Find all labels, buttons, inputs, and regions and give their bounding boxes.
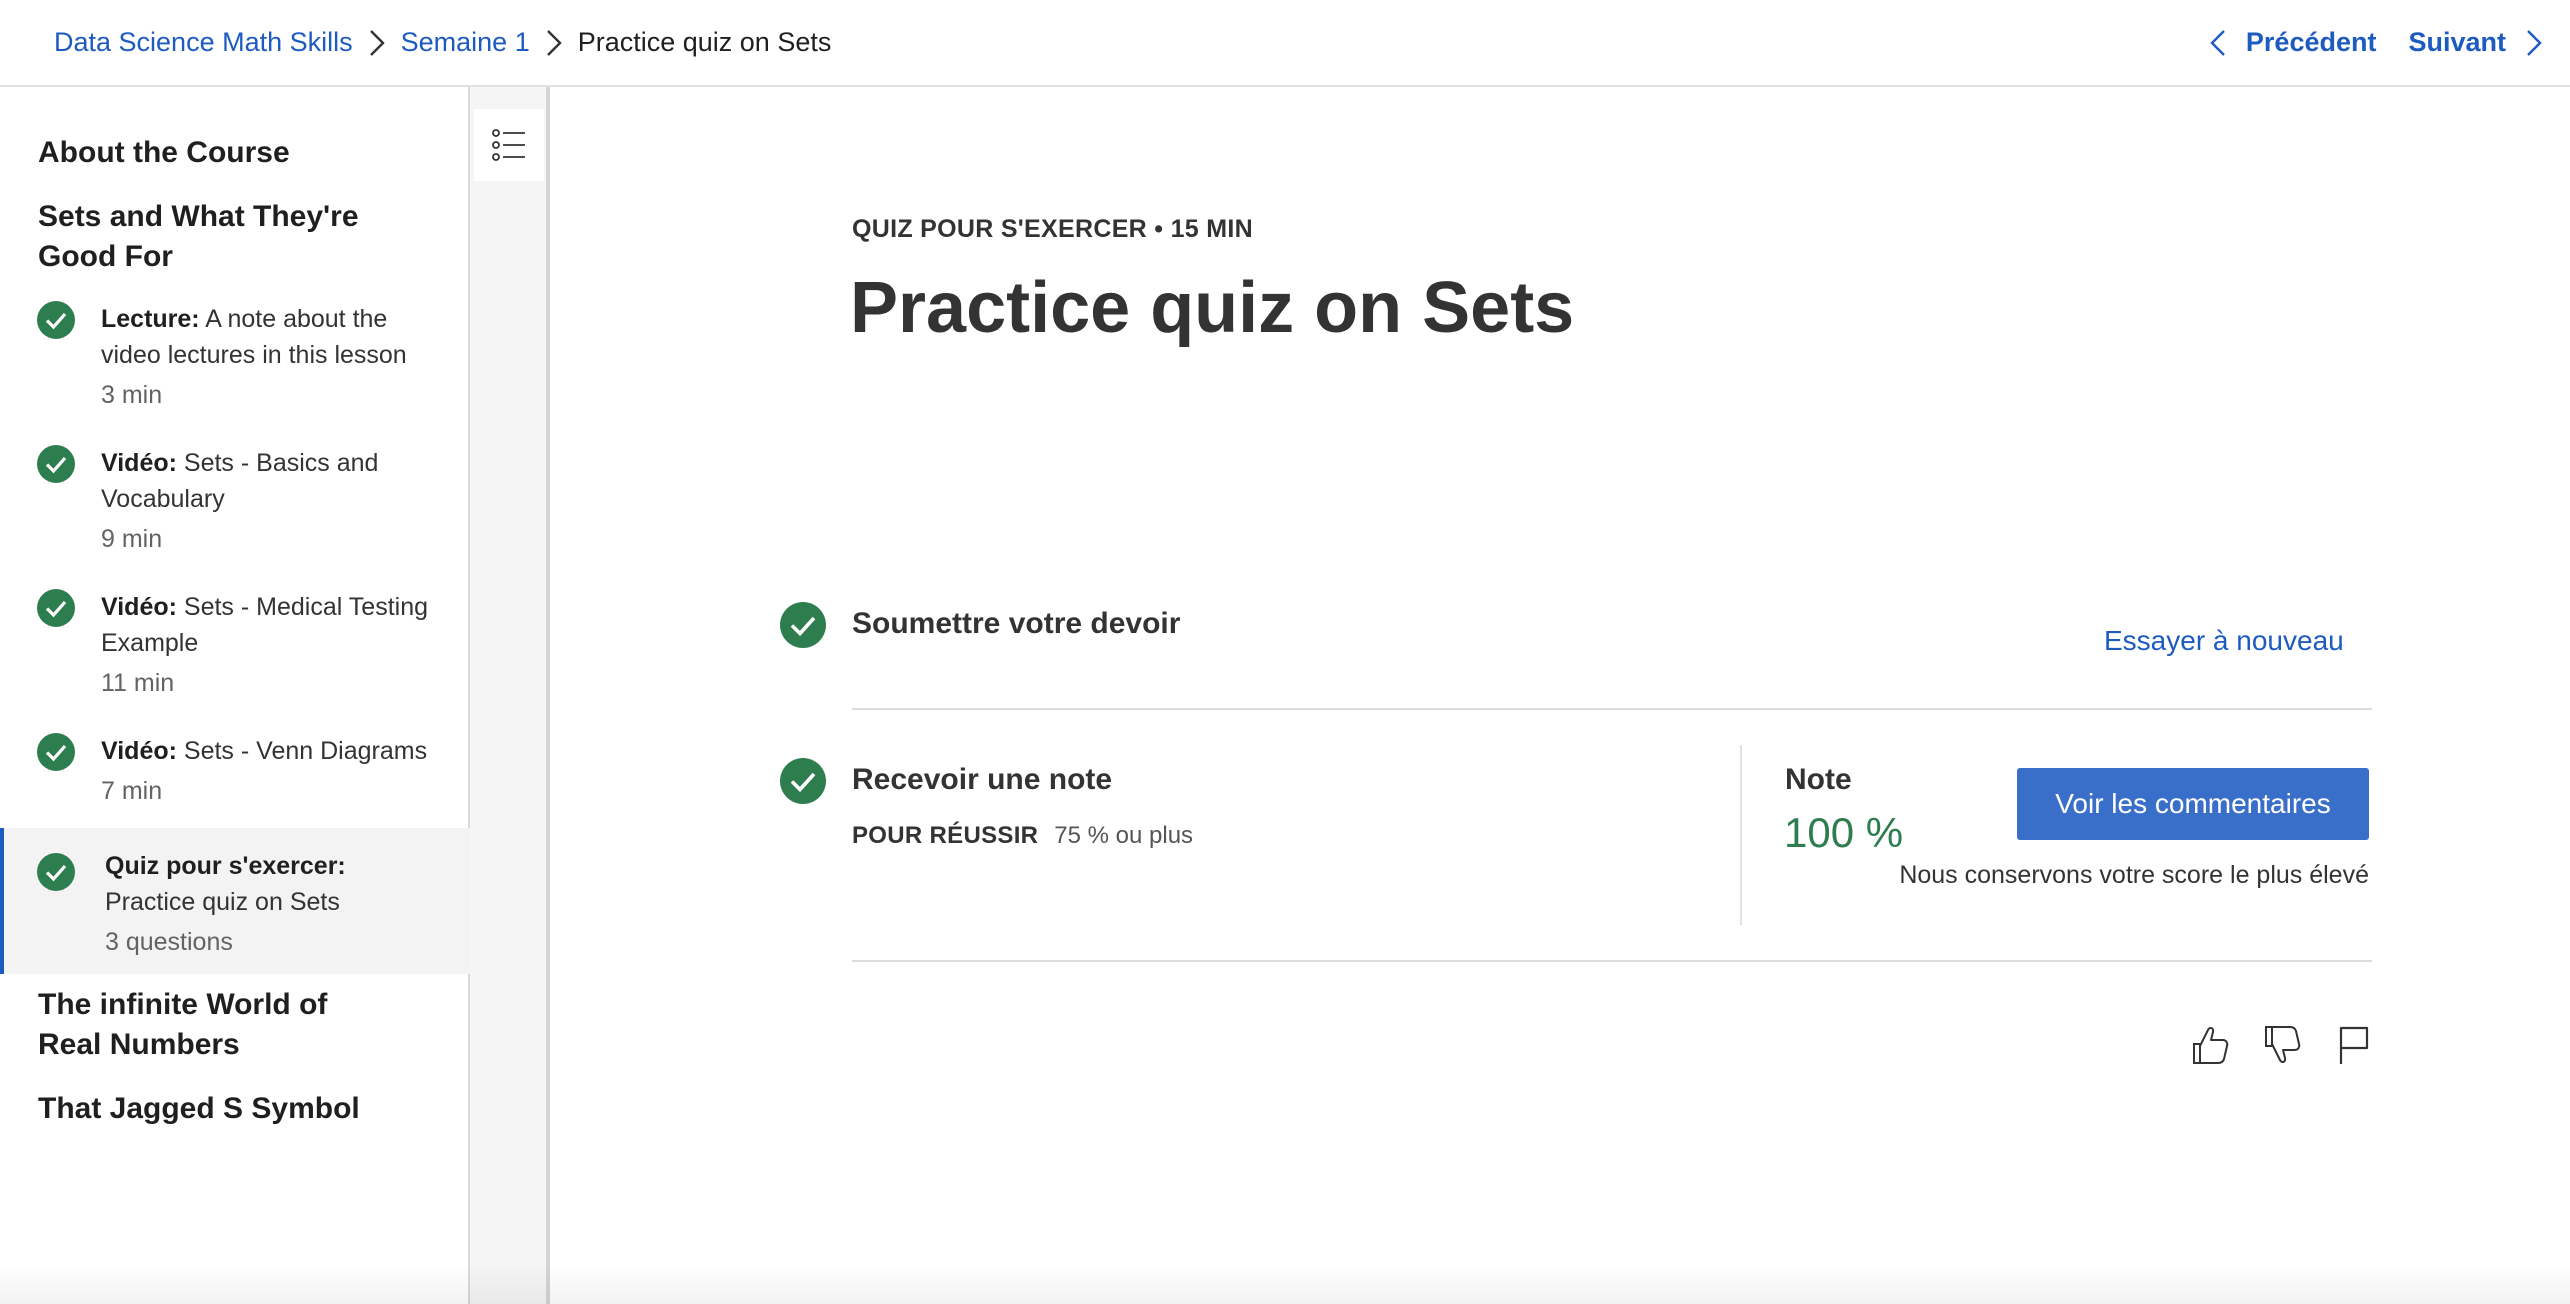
item-navigation: Précédent Suivant	[2210, 0, 2542, 85]
divider	[852, 960, 2372, 962]
sidebar-section-sets[interactable]: Sets and What They're Good For	[0, 197, 400, 277]
previous-label: Précédent	[2245, 27, 2377, 57]
grade-heading: Note	[1785, 763, 1852, 796]
list-icon	[492, 129, 525, 161]
outline-toggle-rail	[470, 87, 550, 1304]
like-button[interactable]	[2186, 1019, 2234, 1071]
grade-value: 100 %	[1784, 809, 1904, 856]
sidebar-item-label: Vidéo: Sets - Basics and Vocabulary	[101, 449, 379, 513]
sidebar-item-duration: 7 min	[101, 777, 163, 805]
thumbs-up-icon	[2193, 1026, 2229, 1064]
course-outline-sidebar: About the Course Sets and What They're G…	[0, 87, 470, 1304]
sidebar-item-label: Quiz pour s'exercer: Practice quiz on Set…	[105, 852, 346, 916]
chevron-right-icon	[546, 29, 562, 57]
sidebar-item-label: Vidéo: Sets - Venn Diagrams	[101, 737, 428, 765]
next-label: Suivant	[2408, 27, 2506, 57]
main-content: QUIZ POUR S'EXERCER • 15 MIN Practice qu…	[554, 87, 2570, 1304]
chevron-left-icon	[2210, 29, 2225, 56]
passing-value: 75 % ou plus	[1054, 822, 1194, 849]
dislike-button[interactable]	[2258, 1019, 2306, 1071]
vertical-divider	[1740, 745, 1742, 925]
chevron-right-icon	[2527, 29, 2542, 56]
breadcrumb-week-link[interactable]: Semaine 1	[401, 27, 530, 58]
completed-check-icon	[37, 445, 75, 488]
sidebar-item-video-basics[interactable]: Vidéo: Sets - Basics and Vocabulary 9 mi…	[0, 445, 470, 557]
sidebar-item-video-venn[interactable]: Vidéo: Sets - Venn Diagrams 7 min	[0, 733, 470, 809]
next-button[interactable]: Suivant	[2408, 27, 2542, 58]
view-feedback-button[interactable]: Voir les commentaires	[2017, 768, 2369, 840]
sidebar-section-real-numbers[interactable]: The infinite World of Real Numbers	[0, 985, 420, 1065]
feedback-actions	[2186, 1019, 2402, 1071]
submit-assignment-label: Soumettre votre devoir	[852, 607, 1181, 640]
page-title: Practice quiz on Sets	[850, 268, 1575, 348]
report-button[interactable]	[2330, 1019, 2378, 1071]
item-type-duration: QUIZ POUR S'EXERCER • 15 MIN	[852, 215, 1253, 243]
sidebar-item-duration: 11 min	[101, 669, 175, 697]
breadcrumb-course-link[interactable]: Data Science Math Skills	[54, 27, 353, 58]
completed-check-icon	[37, 853, 75, 896]
flag-icon	[2339, 1026, 2369, 1064]
highest-score-note: Nous conservons votre score le plus élev…	[1899, 861, 2369, 889]
sidebar-item-lecture-note[interactable]: Lecture: A note about the video lectures…	[0, 301, 470, 413]
completed-check-icon	[37, 301, 75, 344]
grade-complete-check-icon	[780, 758, 826, 809]
receive-grade-label: Recevoir une note	[852, 763, 1113, 796]
sidebar-item-practice-quiz[interactable]: Quiz pour s'exercer: Practice quiz on Set…	[0, 828, 470, 974]
completed-check-icon	[37, 589, 75, 632]
retry-link[interactable]: Essayer à nouveau	[2104, 625, 2344, 657]
outline-toggle-button[interactable]	[474, 109, 544, 181]
sidebar-item-video-medical[interactable]: Vidéo: Sets - Medical Testing Example 11…	[0, 589, 470, 701]
previous-button[interactable]: Précédent	[2210, 27, 2377, 58]
submit-complete-check-icon	[780, 602, 826, 653]
breadcrumb-current: Practice quiz on Sets	[577, 27, 832, 57]
breadcrumb: Data Science Math Skills Semaine 1 Pract…	[54, 0, 831, 85]
completed-check-icon	[37, 733, 75, 776]
divider	[852, 708, 2372, 710]
sidebar-item-duration: 3 min	[101, 381, 163, 409]
sidebar-section-jagged-s[interactable]: That Jagged S Symbol	[0, 1089, 398, 1129]
passing-threshold: POUR RÉUSSIR 75 % ou plus	[852, 822, 1193, 850]
sidebar-item-duration: 9 min	[101, 525, 163, 553]
sidebar-section-about[interactable]: About the Course	[0, 133, 328, 173]
sidebar-item-label: Lecture: A note about the video lectures…	[101, 305, 407, 369]
sidebar-item-label: Vidéo: Sets - Medical Testing Example	[101, 593, 428, 657]
thumbs-down-icon	[2265, 1026, 2301, 1064]
chevron-right-icon	[369, 29, 385, 57]
top-bar: Data Science Math Skills Semaine 1 Pract…	[0, 0, 2570, 87]
passing-key: POUR RÉUSSIR	[852, 822, 1039, 849]
sidebar-item-duration: 3 questions	[105, 928, 233, 956]
